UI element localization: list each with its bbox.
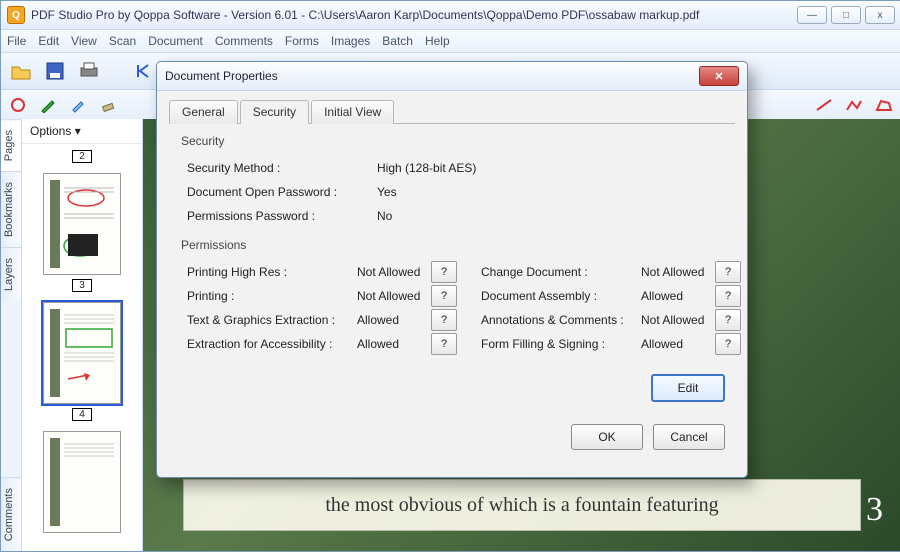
tab-security[interactable]: Security: [240, 100, 309, 124]
menu-forms[interactable]: Forms: [285, 34, 319, 48]
help-button[interactable]: ?: [431, 261, 457, 283]
dialog-titlebar: Document Properties ✕: [157, 62, 747, 91]
polyline-tool-icon[interactable]: [845, 96, 863, 114]
cancel-button[interactable]: Cancel: [653, 424, 725, 450]
permissions-group: Permissions Printing High Res :Not Allow…: [171, 238, 733, 356]
label: Extraction for Accessibility :: [171, 337, 357, 351]
value: Not Allowed: [357, 289, 427, 303]
menu-file[interactable]: File: [7, 34, 26, 48]
dialog-tabs: General Security Initial View: [169, 99, 735, 124]
label: Annotations & Comments :: [465, 313, 641, 327]
edit-button[interactable]: Edit: [651, 374, 725, 402]
label: Printing High Res :: [171, 265, 357, 279]
sidetab-layers[interactable]: Layers: [1, 247, 21, 301]
label: Text & Graphics Extraction :: [171, 313, 357, 327]
help-button[interactable]: ?: [715, 261, 741, 283]
thumbnail-panel: Options ▾ 2 3 4: [22, 119, 143, 551]
security-heading: Security: [181, 134, 733, 148]
ok-button[interactable]: OK: [571, 424, 643, 450]
help-button[interactable]: ?: [715, 309, 741, 331]
help-button[interactable]: ?: [431, 309, 457, 331]
open-icon[interactable]: [9, 59, 33, 83]
value: Allowed: [641, 337, 711, 351]
page-number: 3: [866, 491, 883, 529]
help-button[interactable]: ?: [715, 333, 741, 355]
minimize-button[interactable]: —: [797, 6, 827, 24]
value: Yes: [377, 185, 397, 199]
sidetab-pages[interactable]: Pages: [1, 119, 21, 171]
sidetab-bookmarks[interactable]: Bookmarks: [1, 171, 21, 247]
eraser-tool-icon[interactable]: [99, 96, 117, 114]
thumbnail[interactable]: [43, 431, 121, 533]
titlebar: Q PDF Studio Pro by Qoppa Software - Ver…: [1, 1, 900, 30]
label: Form Filling & Signing :: [465, 337, 641, 351]
app-window: Q PDF Studio Pro by Qoppa Software - Ver…: [0, 0, 900, 552]
thumbnail-list: 2 3 4: [22, 144, 142, 551]
app-icon: Q: [7, 6, 25, 24]
label: Security Method :: [171, 161, 377, 175]
menubar: File Edit View Scan Document Comments Fo…: [1, 30, 900, 53]
menu-help[interactable]: Help: [425, 34, 450, 48]
menu-scan[interactable]: Scan: [109, 34, 136, 48]
dialog-close-button[interactable]: ✕: [699, 66, 739, 86]
value: Not Allowed: [357, 265, 427, 279]
tab-general[interactable]: General: [169, 100, 238, 124]
thumb-number: 3: [72, 279, 92, 292]
menu-document[interactable]: Document: [148, 34, 203, 48]
tab-initial-view[interactable]: Initial View: [311, 100, 394, 124]
save-icon[interactable]: [43, 59, 67, 83]
thumbnail[interactable]: [43, 173, 121, 275]
value: High (128-bit AES): [377, 161, 476, 175]
pencil-tool-icon[interactable]: [39, 96, 57, 114]
value: Allowed: [641, 289, 711, 303]
first-page-icon[interactable]: [131, 59, 155, 83]
thumbnail-options[interactable]: Options ▾: [22, 119, 142, 144]
help-button[interactable]: ?: [431, 285, 457, 307]
line-tool-icon[interactable]: [815, 96, 833, 114]
label: Document Assembly :: [465, 289, 641, 303]
sidetab-comments[interactable]: Comments: [1, 477, 21, 551]
menu-images[interactable]: Images: [331, 34, 370, 48]
dialog-title: Document Properties: [165, 69, 699, 83]
menu-edit[interactable]: Edit: [38, 34, 59, 48]
menu-comments[interactable]: Comments: [215, 34, 273, 48]
value: Allowed: [357, 313, 427, 327]
polygon-tool-icon[interactable]: [875, 96, 893, 114]
thumb-number: 4: [72, 408, 92, 421]
label: Permissions Password :: [171, 209, 377, 223]
maximize-button[interactable]: □: [831, 6, 861, 24]
print-icon[interactable]: [77, 59, 101, 83]
page-text: the most obvious of which is a fountain …: [183, 479, 861, 531]
value: Not Allowed: [641, 313, 711, 327]
value: Not Allowed: [641, 265, 711, 279]
security-group: Security Security Method :High (128-bit …: [171, 134, 733, 228]
value: No: [377, 209, 392, 223]
circle-tool-icon[interactable]: [9, 96, 27, 114]
thumbnail[interactable]: [43, 302, 121, 404]
window-title: PDF Studio Pro by Qoppa Software - Versi…: [31, 8, 797, 22]
label: Printing :: [171, 289, 357, 303]
thumb-number: 2: [72, 150, 92, 163]
side-tabs: Pages Bookmarks Layers Comments: [1, 119, 22, 551]
value: Allowed: [357, 337, 427, 351]
highlighter-tool-icon[interactable]: [69, 96, 87, 114]
close-button[interactable]: x: [865, 6, 895, 24]
menu-batch[interactable]: Batch: [382, 34, 413, 48]
permissions-heading: Permissions: [181, 238, 733, 252]
label: Change Document :: [465, 265, 641, 279]
help-button[interactable]: ?: [431, 333, 457, 355]
menu-view[interactable]: View: [71, 34, 97, 48]
document-properties-dialog: Document Properties ✕ General Security I…: [156, 61, 748, 478]
help-button[interactable]: ?: [715, 285, 741, 307]
label: Document Open Password :: [171, 185, 377, 199]
